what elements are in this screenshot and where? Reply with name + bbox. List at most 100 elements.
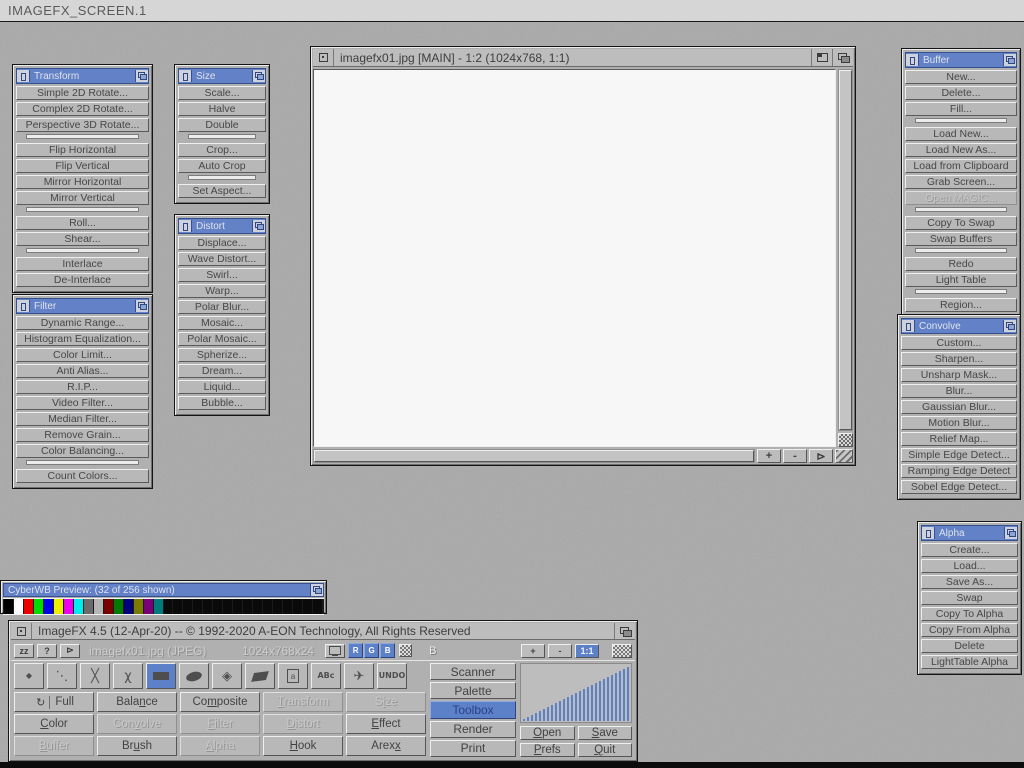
swirl-button[interactable]: Swirl...	[178, 268, 266, 282]
color-swatch[interactable]	[283, 599, 292, 614]
mirror-vertical-button[interactable]: Mirror Vertical	[16, 191, 149, 205]
keypad-icon[interactable]	[838, 433, 853, 447]
color-swatch[interactable]	[303, 599, 312, 614]
ellipse-tool[interactable]	[179, 663, 209, 689]
balance-button[interactable]: Balance	[97, 692, 177, 712]
color-swatch[interactable]	[74, 599, 83, 614]
composite-button[interactable]: Composite	[180, 692, 260, 712]
color-swatch[interactable]	[263, 599, 272, 614]
roll-button[interactable]: Roll...	[16, 216, 149, 230]
new-button[interactable]: New...	[905, 70, 1017, 84]
buffer-button[interactable]: Buffer	[14, 736, 94, 756]
histogram-equalization-button[interactable]: Histogram Equalization...	[16, 332, 149, 346]
depth-icon[interactable]	[310, 584, 323, 596]
zoom-in-button[interactable]: +	[757, 449, 781, 463]
motion-blur-button[interactable]: Motion Blur...	[901, 416, 1017, 430]
median-filter-button[interactable]: Median Filter...	[16, 412, 149, 426]
close-icon[interactable]	[902, 320, 915, 332]
dither-icon[interactable]	[612, 644, 632, 658]
line-tool[interactable]: ╳	[80, 663, 110, 689]
print-button[interactable]: Print	[430, 740, 516, 757]
depth-icon[interactable]	[135, 300, 148, 312]
scale-button[interactable]: Scale...	[178, 86, 266, 100]
quit-button[interactable]: Quit	[578, 743, 633, 757]
swap-buffers-button[interactable]: Swap Buffers	[905, 232, 1017, 246]
liquid-button[interactable]: Liquid...	[178, 380, 266, 394]
airbrush-tool[interactable]: ⋱	[47, 663, 77, 689]
panel-titlebar[interactable]: Filter	[16, 298, 149, 314]
auto-crop-button[interactable]: Auto Crop	[178, 159, 266, 173]
flip-horizontal-button[interactable]: Flip Horizontal	[16, 143, 149, 157]
light-table-button[interactable]: Light Table	[905, 273, 1017, 287]
close-icon[interactable]	[922, 527, 935, 539]
color-swatch[interactable]	[4, 599, 13, 614]
polygon-tool[interactable]: ◈	[212, 663, 242, 689]
color-swatch[interactable]	[203, 599, 212, 614]
color-button[interactable]: Color	[14, 714, 94, 734]
pan-icon[interactable]: ⊳	[809, 449, 833, 463]
color-limit-button[interactable]: Color Limit...	[16, 348, 149, 362]
anti-alias-button[interactable]: Anti Alias...	[16, 364, 149, 378]
panel-titlebar[interactable]: Alpha	[921, 525, 1018, 541]
color-swatch[interactable]	[114, 599, 123, 614]
ramping-edge-detect-button[interactable]: Ramping Edge Detect	[901, 464, 1017, 478]
horizontal-scroll-thumb[interactable]	[314, 450, 754, 462]
horizontal-scroll-track[interactable]	[313, 449, 755, 463]
color-swatch[interactable]	[154, 599, 163, 614]
depth-icon[interactable]	[1003, 320, 1016, 332]
screen-titlebar[interactable]: IMAGEFX_SCREEN.1	[0, 0, 1024, 22]
color-swatch[interactable]	[104, 599, 113, 614]
dynamic-range-button[interactable]: Dynamic Range...	[16, 316, 149, 330]
panel-titlebar[interactable]: Buffer	[905, 52, 1017, 68]
image-window-titlebar[interactable]: imagefx01.jpg [MAIN] - 1:2 (1024x768, 1:…	[313, 49, 853, 67]
color-swatch[interactable]	[14, 599, 23, 614]
zoom-one-to-one-button[interactable]: 1:1	[575, 644, 599, 658]
video-filter-button[interactable]: Video Filter...	[16, 396, 149, 410]
channel-r-button[interactable]: R	[348, 643, 363, 658]
image-canvas[interactable]	[313, 69, 836, 447]
channel-g-button[interactable]: G	[364, 643, 379, 658]
copy-to-alpha-button[interactable]: Copy To Alpha	[921, 607, 1018, 621]
mirror-horizontal-button[interactable]: Mirror Horizontal	[16, 175, 149, 189]
depth-icon[interactable]	[1004, 527, 1017, 539]
panel-titlebar[interactable]: Transform	[16, 68, 149, 84]
color-swatch[interactable]	[124, 599, 133, 614]
sharpen-button[interactable]: Sharpen...	[901, 352, 1017, 366]
depth-icon[interactable]	[135, 70, 148, 82]
color-swatch[interactable]	[293, 599, 302, 614]
text-tool[interactable]: ABc	[311, 663, 341, 689]
complex-2d-rotate-button[interactable]: Complex 2D Rotate...	[16, 102, 149, 116]
color-swatch[interactable]	[64, 599, 73, 614]
size-button[interactable]: Size	[346, 692, 426, 712]
palette-titlebar[interactable]: CyberWB Preview: (32 of 256 shown)	[3, 583, 324, 597]
save-button[interactable]: Save	[578, 726, 633, 740]
close-icon[interactable]	[11, 623, 32, 639]
arexx-button[interactable]: Arexx	[346, 736, 426, 756]
shear-button[interactable]: Shear...	[16, 232, 149, 246]
scanner-button[interactable]: Scanner	[430, 663, 516, 680]
grab-screen-button[interactable]: Grab Screen...	[905, 175, 1017, 189]
color-swatch[interactable]	[134, 599, 143, 614]
color-swatch[interactable]	[233, 599, 242, 614]
load-new-as-button[interactable]: Load New As...	[905, 143, 1017, 157]
dream-button[interactable]: Dream...	[178, 364, 266, 378]
toolbox-titlebar[interactable]: ImageFX 4.5 (12-Apr-20) -- © 1992-2020 A…	[11, 623, 635, 640]
render-button[interactable]: Render	[430, 721, 516, 738]
window-depth-icon[interactable]	[614, 623, 635, 639]
interlace-button[interactable]: Interlace	[16, 257, 149, 271]
copy-to-swap-button[interactable]: Copy To Swap	[905, 216, 1017, 230]
delete-button[interactable]: Delete...	[905, 86, 1017, 100]
halve-button[interactable]: Halve	[178, 102, 266, 116]
color-swatch[interactable]	[173, 599, 182, 614]
open-magic-button[interactable]: Open MAGIC...	[905, 191, 1017, 205]
close-icon[interactable]	[179, 220, 192, 232]
color-swatch[interactable]	[253, 599, 262, 614]
window-depth-icon[interactable]	[832, 49, 853, 66]
depth-icon[interactable]	[252, 220, 265, 232]
view-zoom-out-button[interactable]: -	[548, 644, 572, 658]
effect-button[interactable]: Effect	[346, 714, 426, 734]
resize-handle[interactable]	[835, 449, 853, 463]
remove-grain-button[interactable]: Remove Grain...	[16, 428, 149, 442]
load-button[interactable]: Load...	[921, 559, 1018, 573]
color-swatch[interactable]	[44, 599, 53, 614]
